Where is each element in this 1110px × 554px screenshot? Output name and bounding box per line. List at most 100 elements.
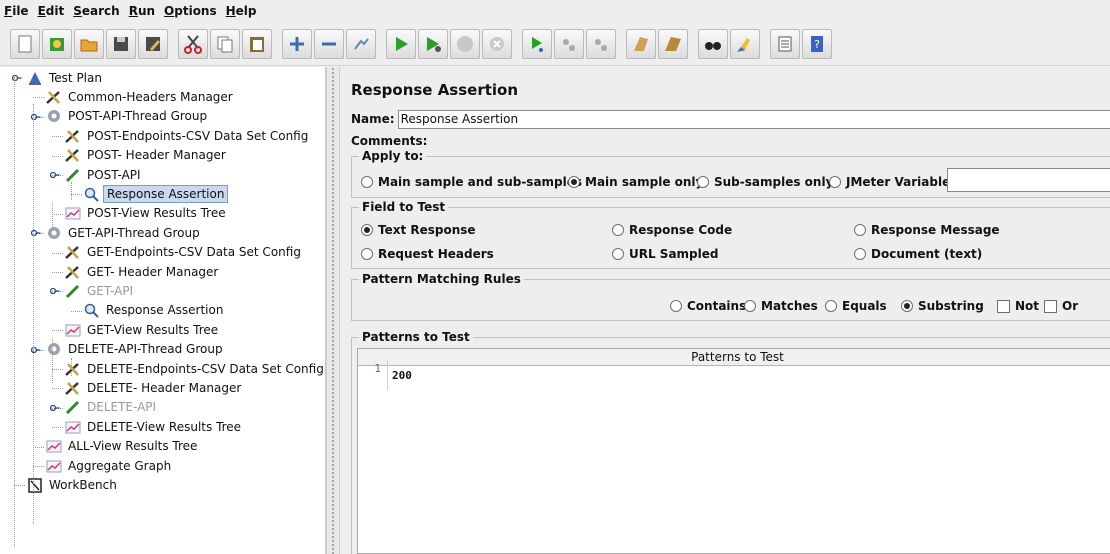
templates-button[interactable] <box>42 28 72 59</box>
table-row[interactable]: 1 200 <box>358 360 1110 390</box>
toggle-button[interactable] <box>346 28 376 59</box>
tree-node[interactable]: POST-View Results Tree <box>64 204 229 223</box>
rule-contains-radio[interactable]: Contains <box>670 299 746 313</box>
save-as-button[interactable] <box>138 28 168 59</box>
clear-all-button[interactable] <box>658 28 688 59</box>
copy-button[interactable] <box>210 28 240 59</box>
function-helper-button[interactable] <box>770 28 800 59</box>
tree-node[interactable]: DELETE-View Results Tree <box>64 417 244 436</box>
radio-response-message[interactable] <box>854 224 866 236</box>
apply-main-only-radio[interactable]: Main sample only <box>568 175 703 189</box>
field-document-text-radio[interactable]: Document (text) <box>854 247 982 261</box>
tree-node-label[interactable]: GET-Endpoints-CSV Data Set Config <box>84 244 304 260</box>
cut-button[interactable] <box>178 28 208 59</box>
not-checkbox[interactable]: Not <box>997 299 1039 313</box>
radio-equals[interactable] <box>825 300 837 312</box>
expand-button[interactable] <box>282 28 312 59</box>
tree-node-label[interactable]: DELETE-API-Thread Group <box>65 341 226 357</box>
radio-request-headers[interactable] <box>361 248 373 260</box>
tree-node[interactable]: DELETE-API <box>64 398 159 417</box>
tree-node[interactable]: GET-API <box>64 281 136 300</box>
tree-node[interactable]: POST-API <box>64 165 144 184</box>
collapse-button[interactable] <box>314 28 344 59</box>
patterns-table[interactable]: Patterns to Test 1 200 <box>357 348 1110 554</box>
reset-search-button[interactable] <box>730 28 760 59</box>
apply-jmeter-var-radio[interactable]: JMeter Variable <box>829 175 950 189</box>
new-button[interactable] <box>10 28 40 59</box>
remote-shutdown-button[interactable] <box>586 28 616 59</box>
tree-node-label[interactable]: POST-View Results Tree <box>84 205 229 221</box>
tree-node-label[interactable]: POST-API-Thread Group <box>65 108 210 124</box>
radio-contains[interactable] <box>670 300 682 312</box>
radio-matches[interactable] <box>744 300 756 312</box>
tree-node[interactable]: DELETE-API-Thread Group <box>45 340 226 359</box>
radio-jmeter-var[interactable] <box>829 176 841 188</box>
tree-node[interactable]: GET-View Results Tree <box>64 320 221 339</box>
pattern-value[interactable]: 200 <box>388 369 412 382</box>
start-no-pause-button[interactable] <box>418 28 448 59</box>
tree-node[interactable]: Response Assertion <box>83 184 229 203</box>
paste-button[interactable] <box>242 28 272 59</box>
radio-url-sampled[interactable] <box>612 248 624 260</box>
menu-options[interactable]: Options <box>164 2 217 20</box>
radio-substring[interactable] <box>901 300 913 312</box>
tree-node-label[interactable]: GET-API-Thread Group <box>65 225 203 241</box>
tree-node-label[interactable]: GET- Header Manager <box>84 264 221 280</box>
tree-node-label[interactable]: DELETE-API <box>84 399 159 415</box>
tree-node[interactable]: GET-Endpoints-CSV Data Set Config <box>64 243 304 262</box>
patterns-column-header[interactable]: Patterns to Test <box>358 349 1110 366</box>
tree-node-label[interactable]: WorkBench <box>46 477 120 493</box>
tree-node[interactable]: WorkBench <box>26 475 120 494</box>
tree-node-label[interactable]: GET-View Results Tree <box>84 322 221 338</box>
start-button[interactable] <box>386 28 416 59</box>
save-button[interactable] <box>106 28 136 59</box>
radio-sub-only[interactable] <box>697 176 709 188</box>
tree-node[interactable]: POST-API-Thread Group <box>45 107 210 126</box>
radio-document-text[interactable] <box>854 248 866 260</box>
menu-edit[interactable]: Edit <box>38 2 65 20</box>
jmeter-variable-input[interactable] <box>947 168 1110 192</box>
search-button[interactable] <box>698 28 728 59</box>
stop-button[interactable] <box>450 28 480 59</box>
field-response-code-radio[interactable]: Response Code <box>612 223 732 237</box>
tree-node-label[interactable]: POST- Header Manager <box>84 147 229 163</box>
checkbox-or[interactable] <box>1044 299 1057 313</box>
open-button[interactable] <box>74 28 104 59</box>
tree-node[interactable]: Test Plan <box>26 68 105 87</box>
tree-node-label[interactable]: POST-Endpoints-CSV Data Set Config <box>84 128 311 144</box>
tree-node-label[interactable]: Test Plan <box>46 70 105 86</box>
name-input[interactable]: Response Assertion <box>397 109 1110 129</box>
field-response-message-radio[interactable]: Response Message <box>854 223 1000 237</box>
help-button[interactable]: ? <box>802 28 832 59</box>
tree-node-label[interactable]: DELETE-View Results Tree <box>84 419 244 435</box>
expand-toggle-icon[interactable] <box>49 402 60 412</box>
radio-main-only[interactable] <box>568 176 580 188</box>
tree-node[interactable]: Aggregate Graph <box>45 456 174 475</box>
tree-node-label[interactable]: Common-Headers Manager <box>65 89 236 105</box>
field-request-headers-radio[interactable]: Request Headers <box>361 247 494 261</box>
radio-response-code[interactable] <box>612 224 624 236</box>
expand-toggle-icon[interactable] <box>49 285 60 295</box>
tree-node-label[interactable]: GET-API <box>84 283 136 299</box>
tree-node[interactable]: Common-Headers Manager <box>45 87 236 106</box>
apply-sub-only-radio[interactable]: Sub-samples only <box>697 175 833 189</box>
tree-node[interactable]: GET-API-Thread Group <box>45 223 203 242</box>
expand-toggle-icon[interactable] <box>49 169 60 179</box>
tree-node[interactable]: ALL-View Results Tree <box>45 437 200 456</box>
tree-node-label[interactable]: Response Assertion <box>103 302 226 318</box>
tree-node-label[interactable]: DELETE-Endpoints-CSV Data Set Config <box>84 361 327 377</box>
shutdown-button[interactable] <box>482 28 512 59</box>
tree-node[interactable]: DELETE-Endpoints-CSV Data Set Config <box>64 359 327 378</box>
splitter[interactable] <box>326 67 340 554</box>
tree-node[interactable]: DELETE- Header Manager <box>64 378 244 397</box>
tree-node-label[interactable]: Aggregate Graph <box>65 458 174 474</box>
remote-stop-button[interactable] <box>554 28 584 59</box>
field-text-response-radio[interactable]: Text Response <box>361 223 476 237</box>
tree-node[interactable]: POST-Endpoints-CSV Data Set Config <box>64 126 311 145</box>
or-checkbox[interactable]: Or <box>1044 299 1078 313</box>
tree-node-label[interactable]: Response Assertion <box>103 184 229 203</box>
radio-main-and-sub[interactable] <box>361 176 373 188</box>
menu-file[interactable]: File <box>4 2 29 20</box>
radio-text-response[interactable] <box>361 224 373 236</box>
remote-start-button[interactable] <box>522 28 552 59</box>
